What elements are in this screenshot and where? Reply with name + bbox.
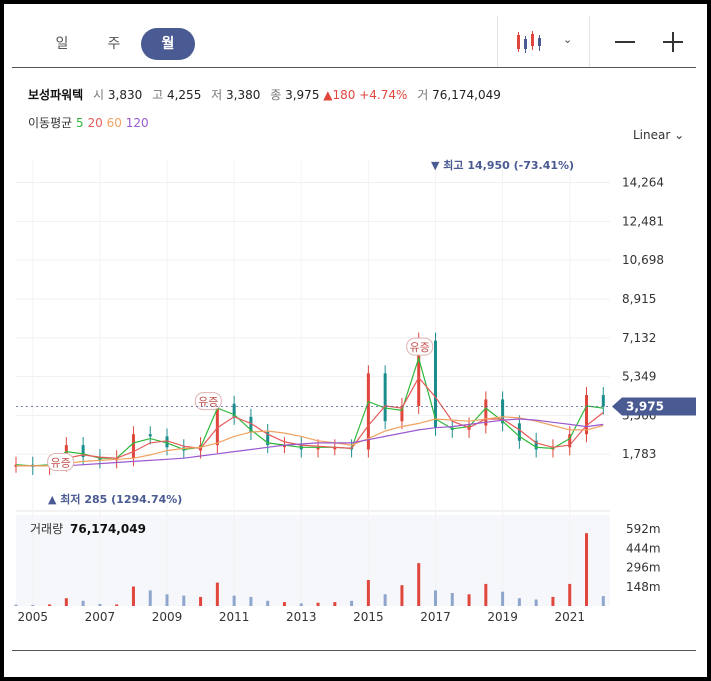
price-summary: 보성파워텍 시 3,830 고 4,255 저 3,380 종 3,975 ▲1…	[28, 86, 501, 103]
chart-toolbar: 일 주 월 ⌄	[4, 4, 707, 70]
tab-week[interactable]: 주	[100, 28, 128, 60]
divider	[497, 16, 498, 68]
ma-60: 60	[106, 116, 122, 130]
chart-panel: 일 주 월 ⌄	[4, 4, 707, 677]
moving-average-legend: 이동평균 5 20 60 120	[28, 114, 149, 131]
low-label: 저	[211, 88, 223, 102]
chevron-down-icon[interactable]: ⌄	[563, 33, 572, 46]
ma-label: 이동평균	[28, 116, 73, 130]
divider	[12, 650, 696, 651]
tab-month[interactable]: 월	[141, 28, 195, 60]
ma-20: 20	[87, 116, 103, 130]
divider	[589, 16, 590, 68]
change-percent: +4.74%	[359, 88, 408, 102]
zoom-out-button[interactable]	[613, 28, 637, 56]
ma-120: 120	[125, 116, 149, 130]
open-label: 시	[93, 88, 105, 102]
scale-label: Linear	[633, 128, 671, 142]
scale-selector[interactable]: Linear ⌄	[633, 128, 684, 142]
candlestick-icon[interactable]	[514, 30, 546, 56]
tab-day[interactable]: 일	[48, 28, 76, 60]
chevron-down-icon: ⌄	[674, 128, 685, 142]
volume-value: 76,174,049	[432, 88, 501, 102]
divider	[12, 67, 696, 68]
open-value: 3,830	[107, 88, 143, 102]
change-value: ▲180	[323, 88, 356, 102]
stock-name: 보성파워텍	[28, 88, 84, 102]
volume-label: 거	[417, 88, 429, 102]
high-value: 4,255	[166, 88, 202, 102]
close-value: 3,975	[285, 88, 320, 102]
high-label: 고	[152, 88, 164, 102]
zoom-in-button[interactable]	[661, 28, 685, 56]
close-label: 종	[270, 88, 282, 102]
low-value: 3,380	[226, 88, 261, 102]
ma-5: 5	[76, 116, 84, 130]
